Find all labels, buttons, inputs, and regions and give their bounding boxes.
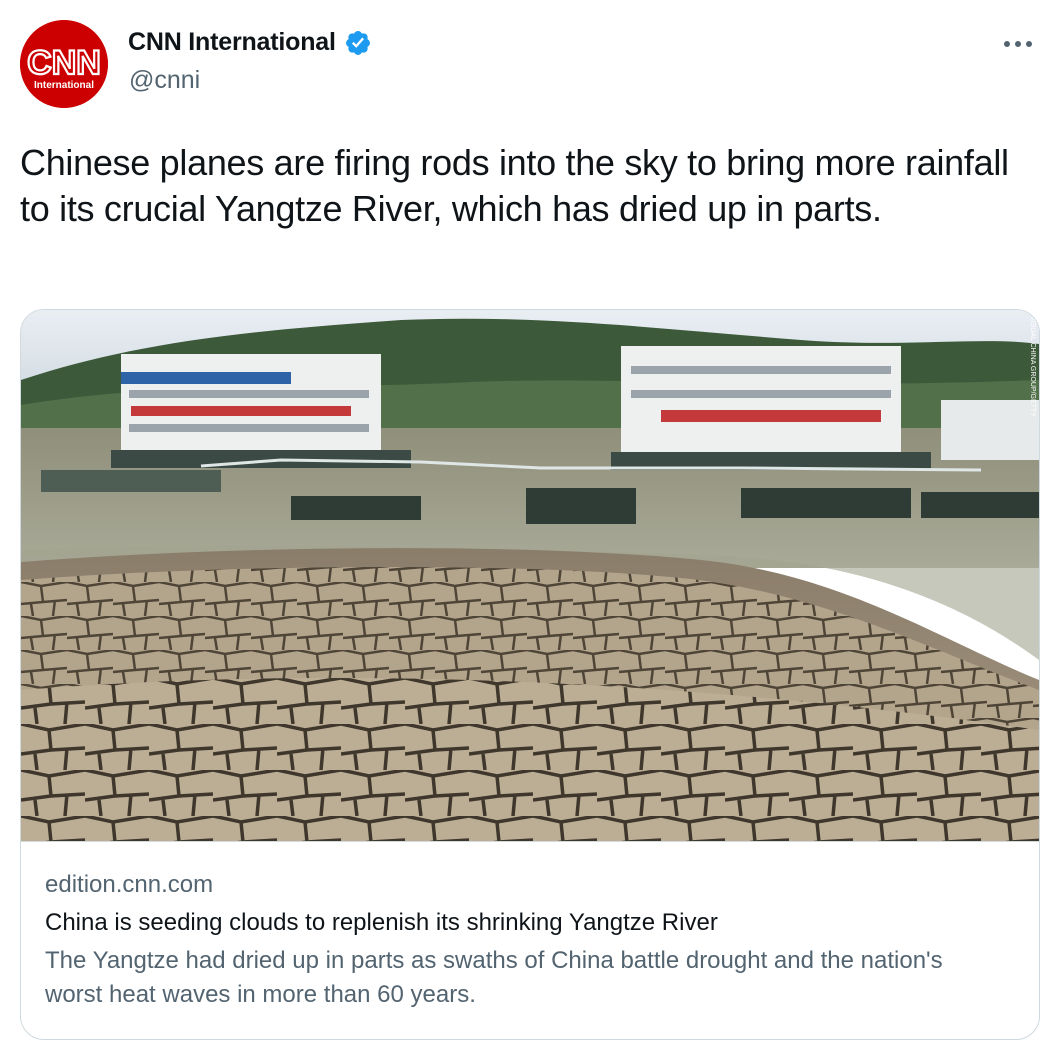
handle[interactable]: @cnni xyxy=(129,66,200,95)
link-card[interactable]: VISUAL CHINA GROUP/GETTY edition.cnn.com… xyxy=(20,309,1040,1040)
avatar[interactable]: CNN International xyxy=(20,20,108,108)
card-meta[interactable]: edition.cnn.com China is seeding clouds … xyxy=(45,868,1015,1012)
display-name[interactable]: CNN International xyxy=(128,28,336,57)
verified-badge-icon xyxy=(344,29,372,57)
dried-riverbed-photo-icon: VISUAL CHINA GROUP/GETTY xyxy=(21,310,1039,841)
tweet-text: Chinese planes are firing rods into the … xyxy=(20,142,1009,229)
card-domain: edition.cnn.com xyxy=(45,871,214,898)
card-image[interactable]: VISUAL CHINA GROUP/GETTY xyxy=(21,310,1039,842)
avatar-logo-text: CNN xyxy=(27,44,101,82)
avatar-sub-text: International xyxy=(34,80,94,91)
image-credit: VISUAL CHINA GROUP/GETTY xyxy=(1029,316,1036,417)
card-description: The Yangtze had dried up in parts as swa… xyxy=(45,947,943,1008)
author-name-row[interactable]: CNN International xyxy=(128,28,372,57)
card-title[interactable]: China is seeding clouds to replenish its… xyxy=(45,906,1015,940)
more-options-icon[interactable] xyxy=(1000,30,1036,58)
